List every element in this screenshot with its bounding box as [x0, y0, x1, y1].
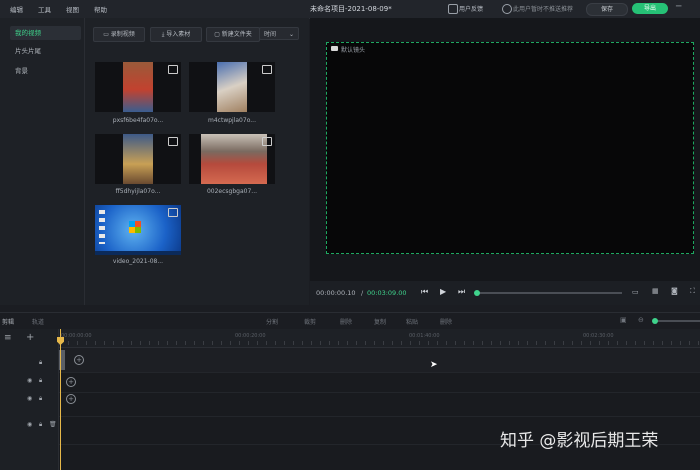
- category-sidebar: 我的视频 片头片尾 背景: [0, 18, 85, 305]
- media-thumb[interactable]: [95, 134, 181, 184]
- snapshot-icon[interactable]: ◙: [671, 287, 678, 295]
- import-media-button[interactable]: ⤓ 导入素材: [150, 27, 202, 42]
- skip-forward-icon[interactable]: ⏭: [458, 287, 465, 297]
- sort-select[interactable]: 时间 ⌄: [259, 27, 299, 40]
- current-time: 00:00:00.10: [316, 289, 356, 297]
- total-time: 00:03:09.00: [367, 289, 407, 297]
- import-label: 导入素材: [166, 31, 191, 38]
- eye-icon[interactable]: ◉: [27, 377, 32, 384]
- record-video-button[interactable]: ▭ 录制视频: [93, 27, 145, 42]
- copy-button[interactable]: 复制: [374, 317, 386, 326]
- new-folder-button[interactable]: ▢ 新建文件夹: [206, 27, 260, 42]
- record-icon: ▭: [103, 31, 111, 38]
- track-row[interactable]: +: [59, 348, 700, 373]
- track-tab[interactable]: 轨道: [32, 317, 44, 326]
- media-thumb[interactable]: [189, 62, 275, 112]
- play-icon[interactable]: ▶: [440, 287, 446, 296]
- grid-icon[interactable]: ▦: [652, 287, 659, 295]
- media-thumb-label: ff5dhyijla07o...: [115, 188, 161, 195]
- clip-icon: [262, 65, 272, 74]
- preview-panel: 默认镜头 00:00:00.10 / 00:03:09.00 ⏮ ▶ ⏭ ▭ ▦…: [310, 18, 700, 305]
- app-title: 未命名项目-2021-08-09*: [310, 5, 392, 13]
- menu-help[interactable]: 帮助: [94, 4, 107, 14]
- media-library: ▭ 录制视频 ⤓ 导入素材 ▢ 新建文件夹 时间 ⌄ pxsf6be4fa07o…: [85, 18, 309, 305]
- track-menu-icon[interactable]: ≡: [4, 333, 12, 343]
- add-track-icon[interactable]: +: [26, 332, 34, 343]
- add-clip-icon[interactable]: +: [66, 394, 76, 404]
- timeline-toolbar: 剪辑 轨道 分割 裁剪 删除 复制 粘贴 删除 ▣ ⊖: [0, 312, 700, 330]
- split-button[interactable]: 分割: [266, 317, 278, 326]
- time-ruler[interactable]: 00:00:00:00 00:00:20:00 00:01:40:00 00:0…: [59, 329, 700, 348]
- lock-icon[interactable]: 🔒︎: [39, 377, 42, 385]
- zoom-slider[interactable]: [654, 320, 700, 322]
- camera-label: 默认镜头: [341, 47, 366, 54]
- ruler-tick: 00:00:20:00: [235, 333, 266, 339]
- playhead[interactable]: [60, 329, 61, 470]
- lock-icon[interactable]: 🔒︎: [39, 359, 42, 367]
- watermark: 知乎 @影视后期王荣: [500, 431, 659, 451]
- eye-icon[interactable]: ◉: [27, 421, 32, 428]
- progress-handle[interactable]: [474, 290, 480, 296]
- crop-button[interactable]: 裁剪: [304, 317, 316, 326]
- ruler-tick: 00:02:30:00: [583, 333, 614, 339]
- feedback-link[interactable]: 用户反馈: [459, 4, 483, 13]
- media-thumb-label: video_2021-08...: [112, 258, 164, 265]
- preview-canvas[interactable]: 默认镜头: [326, 42, 694, 254]
- clip-icon: [168, 65, 178, 74]
- track-controls: ≡ + 🔒︎ ◉ 🔒︎ ◉ 🔒︎ ◉ 🔒︎ 🗑︎: [0, 329, 59, 470]
- paste-button[interactable]: 粘贴: [406, 317, 418, 326]
- clip-icon: [262, 137, 272, 146]
- menu-view[interactable]: 视图: [66, 4, 79, 14]
- media-thumb[interactable]: [95, 205, 181, 255]
- trash-icon[interactable]: 🗑︎: [49, 421, 57, 428]
- lock-icon[interactable]: 🔒︎: [39, 395, 42, 403]
- sidebar-item-intro-outro[interactable]: 片头片尾: [10, 44, 81, 58]
- track-row[interactable]: +: [59, 372, 700, 393]
- chevron-down-icon: ⌄: [288, 31, 294, 38]
- menu-tools[interactable]: 工具: [38, 4, 51, 14]
- lock-icon[interactable]: 🔒︎: [39, 421, 42, 429]
- export-button[interactable]: 导出: [632, 3, 668, 14]
- media-thumb-label: m4ctwpjla07o...: [208, 117, 256, 124]
- ruler-tick: 00:00:00:00: [61, 333, 92, 339]
- mouse-cursor-icon: ➤: [430, 360, 438, 370]
- clip-icon: [168, 208, 178, 217]
- media-thumb[interactable]: [95, 62, 181, 112]
- notice-text: 此用户暂时不推送推荐: [513, 6, 574, 13]
- new-folder-label: 新建文件夹: [221, 31, 252, 38]
- add-clip-icon[interactable]: +: [74, 355, 84, 365]
- media-thumb-label: pxsf6be4fa07o...: [112, 117, 164, 124]
- menu-edit[interactable]: 编辑: [10, 4, 23, 14]
- camera-icon: [331, 46, 338, 51]
- minimize-icon[interactable]: ─: [676, 2, 681, 12]
- screen-icon[interactable]: ▭: [632, 288, 639, 296]
- media-thumb-label: 002ecsgbga07...: [206, 188, 258, 195]
- sidebar-item-my-videos[interactable]: 我的视频: [10, 26, 81, 40]
- eye-icon[interactable]: ◉: [27, 395, 32, 402]
- progress-track[interactable]: [476, 292, 622, 294]
- media-thumb[interactable]: [189, 134, 275, 184]
- folder-icon: ▢: [214, 31, 222, 38]
- title-bar: 编辑 工具 视图 帮助 未命名项目-2021-08-09* 用户反馈 此用户暂时…: [0, 0, 700, 19]
- clip-icon: [168, 137, 178, 146]
- time-separator: /: [361, 289, 364, 297]
- fullscreen-icon[interactable]: ⛶: [690, 287, 695, 296]
- zoom-handle[interactable]: [652, 318, 658, 324]
- notice-icon: [502, 4, 512, 14]
- ruler-tick: 00:01:40:00: [409, 333, 440, 339]
- playback-bar: 00:00:00.10 / 00:03:09.00 ⏮ ▶ ⏭ ▭ ▦ ◙ ⛶: [310, 281, 700, 305]
- remove-button[interactable]: 删除: [440, 317, 452, 326]
- skip-back-icon[interactable]: ⏮: [421, 287, 428, 297]
- save-button[interactable]: 保存: [586, 3, 628, 16]
- delete-button[interactable]: 删除: [340, 317, 352, 326]
- clip-tab[interactable]: 剪辑: [2, 317, 14, 326]
- record-label: 录制视频: [110, 31, 135, 38]
- zoom-out-icon[interactable]: ⊖: [638, 316, 644, 324]
- sidebar-item-background[interactable]: 背景: [10, 64, 81, 78]
- add-clip-icon[interactable]: +: [66, 377, 76, 387]
- feedback-icon: [448, 4, 458, 14]
- fit-icon[interactable]: ▣: [620, 316, 627, 324]
- sort-value: 时间: [264, 31, 277, 38]
- track-row[interactable]: +: [59, 392, 700, 417]
